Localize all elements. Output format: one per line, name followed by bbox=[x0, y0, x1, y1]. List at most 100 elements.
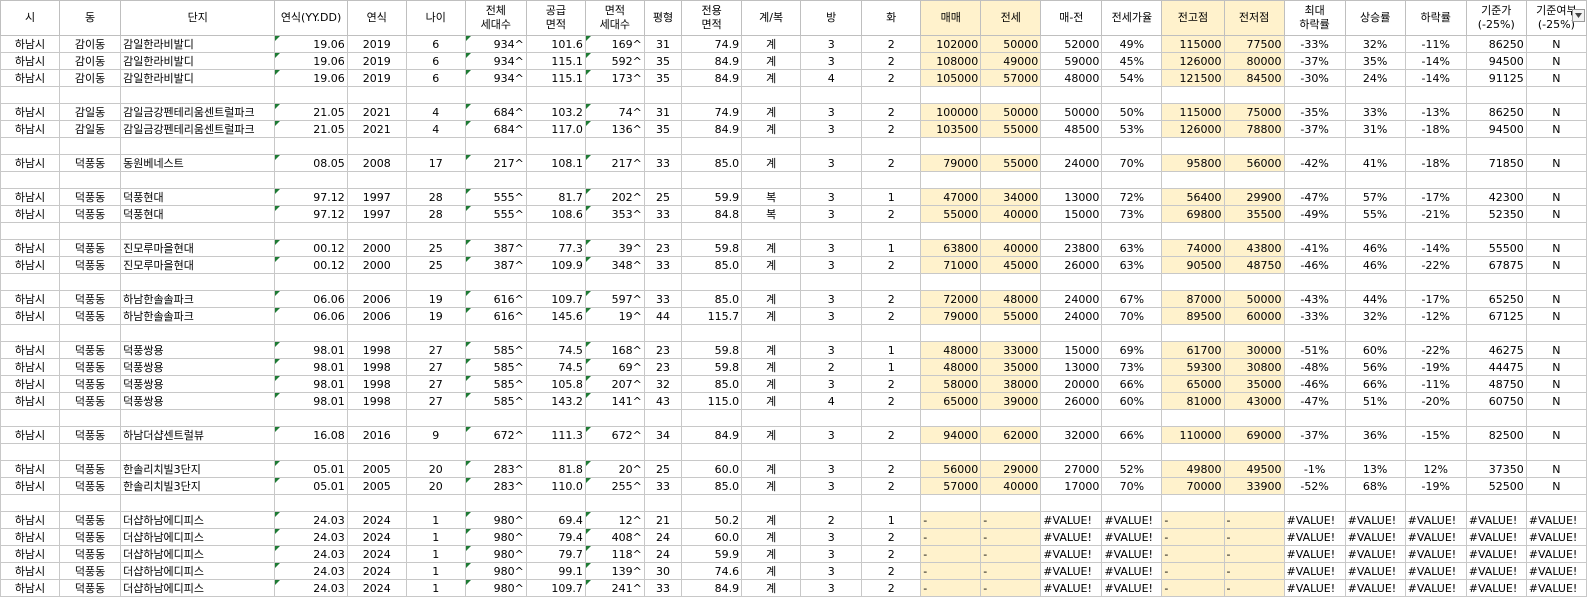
empty-cell[interactable] bbox=[1161, 86, 1225, 104]
table-cell[interactable]: 계 bbox=[741, 528, 802, 546]
table-cell[interactable]: 141^ bbox=[584, 392, 645, 410]
column-header[interactable]: 나이 bbox=[405, 0, 466, 36]
empty-cell[interactable] bbox=[1223, 137, 1285, 155]
table-cell[interactable]: 74.5 bbox=[525, 358, 586, 376]
table-cell[interactable]: 27000 bbox=[1040, 460, 1103, 478]
empty-cell[interactable] bbox=[346, 222, 407, 240]
table-cell[interactable]: 57000 bbox=[920, 477, 982, 495]
table-cell[interactable]: 덕풍동 bbox=[58, 290, 122, 308]
table-cell[interactable]: 계 bbox=[741, 426, 802, 444]
empty-cell[interactable] bbox=[1101, 273, 1163, 291]
table-cell[interactable]: - bbox=[920, 545, 982, 563]
table-cell[interactable]: 계 bbox=[741, 545, 802, 563]
table-cell[interactable]: 25 bbox=[643, 188, 683, 206]
table-cell[interactable]: 덕풍동 bbox=[58, 188, 122, 206]
empty-cell[interactable] bbox=[346, 494, 407, 512]
empty-cell[interactable] bbox=[1161, 222, 1225, 240]
table-cell[interactable]: 81000 bbox=[1161, 392, 1225, 410]
table-cell[interactable]: 덕풍동 bbox=[58, 154, 122, 172]
table-cell[interactable]: - bbox=[1223, 545, 1285, 563]
table-cell[interactable]: 하남시 bbox=[0, 205, 60, 223]
empty-cell[interactable] bbox=[1525, 494, 1587, 512]
table-cell[interactable]: 62000 bbox=[980, 426, 1042, 444]
table-cell[interactable]: N bbox=[1525, 188, 1587, 206]
table-cell[interactable]: 감일동 bbox=[58, 120, 122, 138]
table-cell[interactable]: 24.03 bbox=[274, 511, 348, 529]
table-cell[interactable]: 980^ bbox=[464, 562, 527, 580]
table-cell[interactable]: 597^ bbox=[584, 290, 645, 308]
empty-cell[interactable] bbox=[1101, 324, 1163, 342]
empty-cell[interactable] bbox=[861, 86, 922, 104]
table-cell[interactable]: 59.9 bbox=[681, 188, 743, 206]
empty-cell[interactable] bbox=[681, 222, 743, 240]
table-cell[interactable]: 45000 bbox=[980, 256, 1042, 274]
table-cell[interactable]: 2000 bbox=[346, 239, 407, 257]
empty-cell[interactable] bbox=[920, 222, 982, 240]
table-cell[interactable]: N bbox=[1525, 205, 1587, 223]
table-cell[interactable]: -1% bbox=[1283, 460, 1346, 478]
table-cell[interactable]: 70% bbox=[1101, 307, 1163, 325]
empty-cell[interactable] bbox=[980, 137, 1042, 155]
table-cell[interactable]: 감일한라비발디 bbox=[120, 69, 276, 87]
empty-cell[interactable] bbox=[800, 86, 863, 104]
table-cell[interactable]: 6 bbox=[405, 52, 466, 70]
table-cell[interactable]: 3 bbox=[800, 579, 863, 597]
table-cell[interactable]: 42300 bbox=[1465, 188, 1527, 206]
table-cell[interactable]: - bbox=[980, 562, 1042, 580]
empty-cell[interactable] bbox=[58, 494, 122, 512]
table-cell[interactable]: 계 bbox=[741, 52, 802, 70]
table-cell[interactable]: 55000 bbox=[920, 205, 982, 223]
table-cell[interactable]: 980^ bbox=[464, 545, 527, 563]
table-cell[interactable]: 21.05 bbox=[274, 120, 348, 138]
table-cell[interactable]: 57000 bbox=[980, 69, 1042, 87]
empty-cell[interactable] bbox=[741, 137, 802, 155]
table-cell[interactable]: 283^ bbox=[464, 477, 527, 495]
table-cell[interactable]: 하남시 bbox=[0, 545, 60, 563]
table-cell[interactable]: 2 bbox=[861, 120, 922, 138]
empty-cell[interactable] bbox=[681, 494, 743, 512]
table-cell[interactable]: 23 bbox=[643, 239, 683, 257]
table-cell[interactable]: #VALUE! bbox=[1525, 528, 1587, 546]
empty-cell[interactable] bbox=[346, 137, 407, 155]
empty-cell[interactable] bbox=[1404, 171, 1467, 189]
table-cell[interactable]: -35% bbox=[1283, 103, 1346, 121]
table-cell[interactable]: 2 bbox=[800, 358, 863, 376]
empty-cell[interactable] bbox=[464, 222, 527, 240]
table-cell[interactable]: 3 bbox=[800, 426, 863, 444]
empty-cell[interactable] bbox=[464, 409, 527, 427]
table-cell[interactable]: -43% bbox=[1283, 290, 1346, 308]
empty-cell[interactable] bbox=[1040, 171, 1103, 189]
table-cell[interactable]: #VALUE! bbox=[1101, 562, 1163, 580]
table-cell[interactable]: - bbox=[1161, 511, 1225, 529]
table-cell[interactable]: 75000 bbox=[1223, 103, 1285, 121]
empty-cell[interactable] bbox=[800, 171, 863, 189]
empty-cell[interactable] bbox=[525, 137, 586, 155]
table-cell[interactable]: 69^ bbox=[584, 358, 645, 376]
empty-cell[interactable] bbox=[1101, 494, 1163, 512]
table-cell[interactable]: 74.6 bbox=[681, 562, 743, 580]
empty-cell[interactable] bbox=[274, 171, 348, 189]
empty-cell[interactable] bbox=[1161, 137, 1225, 155]
table-cell[interactable]: N bbox=[1525, 307, 1587, 325]
table-cell[interactable]: 한솔리치빌3단지 bbox=[120, 477, 276, 495]
empty-cell[interactable] bbox=[643, 273, 683, 291]
column-header[interactable]: 공급 면적 bbox=[525, 0, 586, 36]
table-cell[interactable]: 15000 bbox=[1040, 341, 1103, 359]
table-cell[interactable]: -18% bbox=[1404, 154, 1467, 172]
empty-cell[interactable] bbox=[1344, 409, 1406, 427]
empty-cell[interactable] bbox=[0, 273, 60, 291]
table-cell[interactable]: 46% bbox=[1344, 239, 1406, 257]
empty-cell[interactable] bbox=[741, 171, 802, 189]
table-cell[interactable]: 26000 bbox=[1040, 392, 1103, 410]
table-cell[interactable]: 2 bbox=[861, 528, 922, 546]
table-cell[interactable]: 13000 bbox=[1040, 188, 1103, 206]
empty-cell[interactable] bbox=[1101, 137, 1163, 155]
table-cell[interactable]: 덕풍쌍용 bbox=[120, 358, 276, 376]
table-cell[interactable]: -33% bbox=[1283, 307, 1346, 325]
table-cell[interactable]: 118^ bbox=[584, 545, 645, 563]
empty-cell[interactable] bbox=[584, 86, 645, 104]
table-cell[interactable]: -49% bbox=[1283, 205, 1346, 223]
table-cell[interactable]: 2 bbox=[861, 256, 922, 274]
table-cell[interactable]: -37% bbox=[1283, 426, 1346, 444]
table-cell[interactable]: 115000 bbox=[1161, 35, 1225, 53]
